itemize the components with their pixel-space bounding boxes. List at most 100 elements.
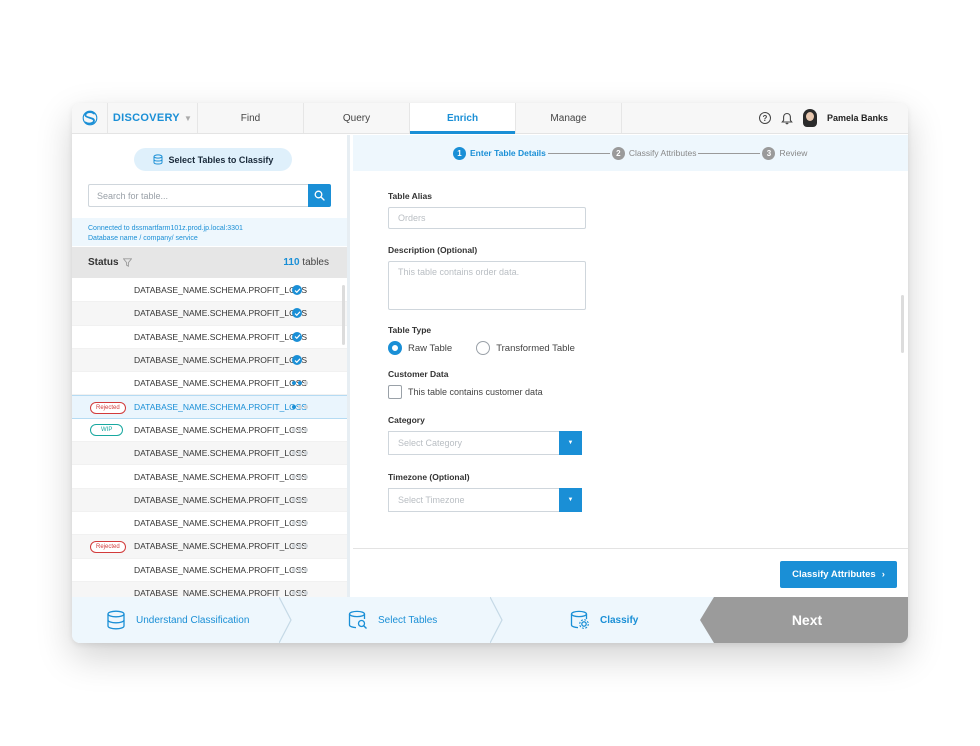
classify-attributes-button[interactable]: Classify Attributes › [780, 561, 897, 588]
progress-dot [292, 451, 296, 456]
chevron-down-icon: ▼ [183, 113, 193, 123]
radio-unselected-icon [476, 341, 491, 355]
progress-dots-icon [292, 521, 308, 526]
wizard-step-label: Understand Classification [136, 614, 250, 626]
progress-dots-icon [292, 405, 308, 410]
progress-dot [292, 427, 296, 432]
step-number: 1 [453, 146, 466, 160]
search-button[interactable] [308, 184, 331, 207]
table-row[interactable]: WIP DATABASE_NAME.SCHEMA.PROFIT_LOSS [72, 419, 347, 443]
stepper-step-1[interactable]: 1 Enter Table Details [453, 146, 546, 160]
table-name: DATABASE_NAME.SCHEMA.PROFIT_LOSS [134, 564, 308, 575]
next-button[interactable]: Next [700, 597, 908, 643]
nav-tab-enrich[interactable]: Enrich [410, 103, 516, 134]
radio-selected-icon [388, 341, 402, 355]
status-header-label: Status [88, 257, 119, 268]
radio-raw-table[interactable]: Raw Table [388, 341, 452, 355]
table-list: DATABASE_NAME.SCHEMA.PROFIT_LOSS DATABASE… [72, 279, 347, 597]
brand-menu[interactable]: DISCOVERY ▼ [108, 103, 198, 133]
progress-dot [298, 497, 302, 502]
table-list-header: Status 110 tables [72, 247, 347, 278]
progress-dot [292, 591, 296, 595]
user-name[interactable]: Pamela Banks [827, 113, 888, 123]
search-input[interactable] [88, 184, 308, 207]
table-row[interactable]: DATABASE_NAME.SCHEMA.PROFIT_LOSS [72, 302, 347, 326]
wizard-step-understand[interactable]: Understand Classification [106, 597, 249, 643]
step-label: Classify Attributes [628, 148, 697, 158]
table-row[interactable]: DATABASE_NAME.SCHEMA.PROFIT_LOSS [72, 465, 347, 489]
stepper-step-2[interactable]: 2 Classify Attributes [611, 146, 697, 160]
stepper-step-3[interactable]: 3 Review [762, 146, 807, 160]
customer-data-checkbox[interactable]: This table contains customer data [388, 385, 648, 399]
brand-label: DISCOVERY [112, 112, 180, 124]
chevron-down-icon[interactable]: ▼ [559, 488, 582, 512]
progress-dot [298, 591, 302, 595]
table-list-panel: Select Tables to Classify Connected to d… [72, 135, 350, 597]
progress-dot [304, 521, 308, 526]
nav-user-area: ? Pamela Banks [758, 103, 908, 133]
progress-dots-icon [292, 474, 308, 479]
select-tables-label: Select Tables to Classify [168, 154, 274, 165]
wizard-separator [279, 597, 292, 643]
timezone-select[interactable]: Select Timezone ▼ [388, 488, 582, 512]
status-filter[interactable]: Status [88, 257, 132, 268]
table-count: 110 tables [283, 257, 329, 268]
table-row[interactable]: DATABASE_NAME.SCHEMA.PROFIT_LOSS [72, 279, 347, 303]
wizard-step-classify[interactable]: Classify [570, 597, 638, 643]
select-tables-button[interactable]: Select Tables to Classify [134, 148, 292, 171]
nav-tab-manage[interactable]: Manage [516, 103, 622, 133]
table-row[interactable]: DATABASE_NAME.SCHEMA.PROFIT_LOSS [72, 372, 347, 396]
check-circle-icon [292, 355, 302, 366]
table-row[interactable]: Rejected DATABASE_NAME.SCHEMA.PROFIT_LOSS [72, 395, 347, 419]
app-logo-icon[interactable] [72, 103, 108, 133]
form-scrollbar[interactable] [901, 295, 904, 353]
badge-slot: Rejected [72, 401, 134, 414]
table-count-suffix: tables [299, 257, 329, 268]
nav-tab-query[interactable]: Query [304, 103, 410, 133]
wizard-step-select-tables[interactable]: Select Tables [348, 597, 437, 643]
customer-data-label: Customer Data [388, 369, 449, 379]
table-name: DATABASE_NAME.SCHEMA.PROFIT_LOSS [134, 308, 308, 319]
app-window: DISCOVERY ▼ Find Query Enrich Manage ? P… [72, 103, 908, 643]
progress-dot [298, 567, 302, 572]
avatar[interactable] [802, 109, 817, 127]
table-row[interactable]: DATABASE_NAME.SCHEMA.PROFIT_LOSS [72, 442, 347, 466]
table-name: DATABASE_NAME.SCHEMA.PROFIT_LOSS [134, 448, 308, 459]
table-row[interactable]: DATABASE_NAME.SCHEMA.PROFIT_LOSS [72, 488, 347, 512]
description-textarea[interactable]: This table contains order data. [388, 261, 586, 310]
table-name: DATABASE_NAME.SCHEMA.PROFIT_LOSS [134, 471, 308, 482]
list-scrollbar[interactable] [342, 285, 345, 345]
progress-dot [292, 474, 296, 479]
table-row[interactable]: DATABASE_NAME.SCHEMA.PROFIT_LOSS [72, 559, 347, 582]
table-row[interactable]: DATABASE_NAME.SCHEMA.PROFIT_LOSS [72, 348, 347, 373]
table-row[interactable]: DATABASE_NAME.SCHEMA.PROFIT_LOSS [72, 326, 347, 349]
nav-tab-find[interactable]: Find [198, 103, 304, 133]
help-icon[interactable]: ? [758, 112, 771, 124]
chevron-down-icon[interactable]: ▼ [559, 431, 582, 455]
table-name: DATABASE_NAME.SCHEMA.PROFIT_LOSS [134, 378, 308, 389]
connection-info: Connected to dssmartfarm101z.prod.jp.loc… [72, 218, 347, 246]
table-row[interactable]: DATABASE_NAME.SCHEMA.PROFIT_LOSS [72, 512, 347, 536]
progress-dots-icon [292, 567, 308, 572]
description-label: Description (Optional) [388, 245, 478, 255]
progress-dot [304, 405, 308, 410]
table-name: DATABASE_NAME.SCHEMA.PROFIT_LOSS [134, 402, 308, 413]
database-stack-icon [107, 610, 125, 630]
progress-dot [304, 544, 308, 549]
table-row[interactable]: DATABASE_NAME.SCHEMA.PROFIT_LOSS [72, 581, 347, 597]
table-row[interactable]: Rejected DATABASE_NAME.SCHEMA.PROFIT_LOSS [72, 535, 347, 559]
radio-transformed-table[interactable]: Transformed Table [476, 341, 575, 355]
search-icon [314, 190, 325, 201]
timezone-value: Select Timezone [388, 488, 559, 512]
progress-dot [304, 567, 308, 572]
category-select[interactable]: Select Category ▼ [388, 431, 582, 455]
progress-dot [304, 591, 308, 595]
wizard-step-label: Select Tables [378, 614, 438, 626]
progress-dot [298, 381, 302, 386]
progress-dots-icon [292, 381, 308, 386]
bell-icon[interactable] [781, 112, 793, 125]
progress-dot [298, 474, 302, 479]
progress-dot [298, 521, 302, 526]
alias-input[interactable]: Orders [388, 207, 586, 229]
table-type-label: Table Type [388, 325, 432, 335]
